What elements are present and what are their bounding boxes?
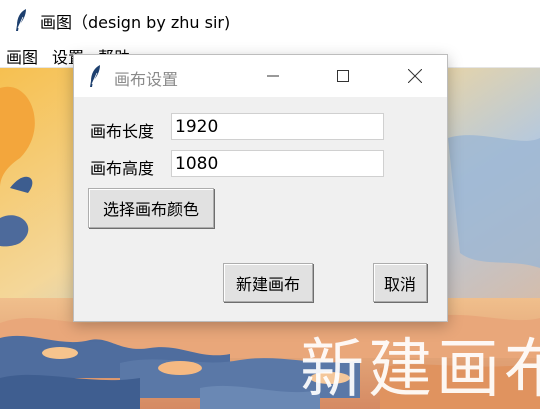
menu-draw[interactable]: 画图 bbox=[6, 44, 38, 68]
height-label: 画布高度 bbox=[90, 159, 155, 178]
feather-icon bbox=[88, 64, 102, 88]
dialog-title: 画布设置 bbox=[114, 70, 179, 89]
maximize-icon bbox=[337, 70, 349, 82]
canvas-settings-dialog: 画布设置 画布长度 画布高度 选择画布颜色 新建画布 取消 bbox=[73, 54, 448, 322]
create-canvas-button[interactable]: 新建画布 bbox=[223, 263, 313, 302]
feather-icon bbox=[14, 8, 28, 32]
minimize-icon bbox=[267, 75, 279, 77]
cancel-button[interactable]: 取消 bbox=[373, 263, 427, 302]
maximize-button[interactable] bbox=[320, 55, 366, 97]
minimize-button[interactable] bbox=[250, 55, 296, 97]
close-button[interactable] bbox=[392, 55, 438, 97]
close-icon bbox=[408, 69, 422, 83]
dialog-titlebar[interactable]: 画布设置 bbox=[74, 55, 447, 97]
window-title: 画图（design by zhu sir) bbox=[40, 13, 231, 32]
choose-color-button[interactable]: 选择画布颜色 bbox=[88, 188, 214, 228]
width-input[interactable] bbox=[171, 113, 384, 140]
width-label: 画布长度 bbox=[90, 122, 155, 141]
height-input[interactable] bbox=[171, 150, 384, 177]
main-titlebar[interactable]: 画图（design by zhu sir) bbox=[0, 0, 540, 41]
canvas-watermark-text: 新建画布 bbox=[300, 333, 540, 407]
